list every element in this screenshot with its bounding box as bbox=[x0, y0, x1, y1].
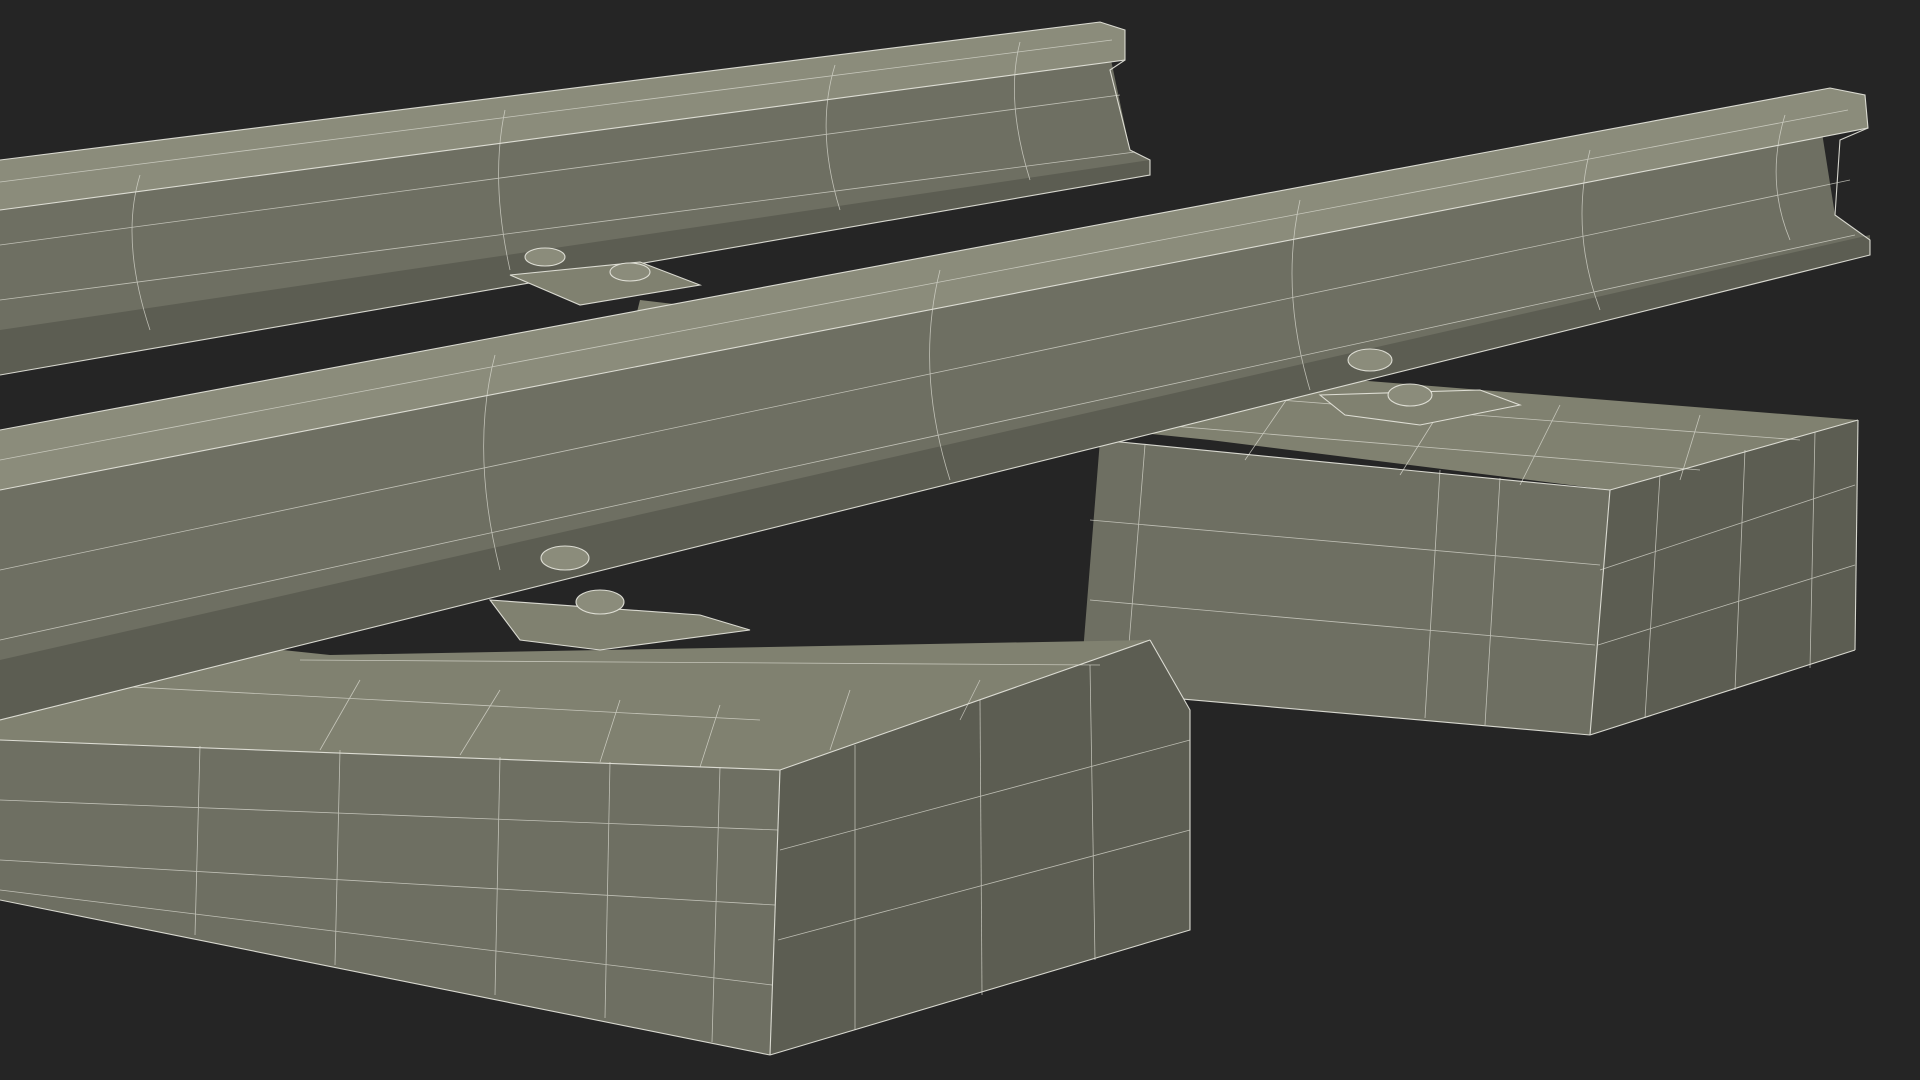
front-sleeper bbox=[0, 620, 1191, 1056]
railway-track-wireframe-render bbox=[0, 21, 1871, 1056]
